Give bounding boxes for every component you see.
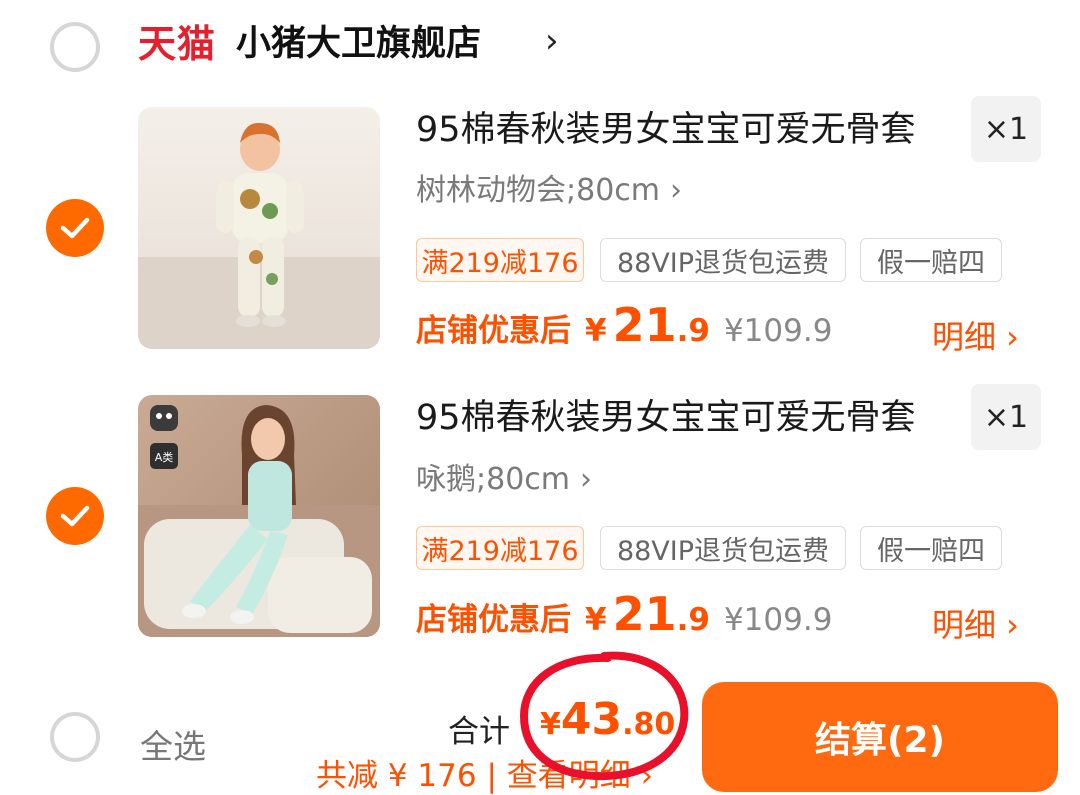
item-2-sku-text: 咏鹅;80cm	[416, 462, 570, 497]
item-1-title[interactable]: 95棉春秋装男女宝宝可爱无骨套	[416, 113, 916, 148]
item-1-sku-text: 树林动物会;80cm	[416, 173, 660, 208]
item-1-tag-promo: 满219减176	[416, 238, 584, 282]
item-1-tag-vip: 88VIP退货包运费	[600, 238, 846, 282]
item-2-title[interactable]: 95棉春秋装男女宝宝可爱无骨套	[416, 401, 916, 436]
item-1-price-label: 店铺优惠后	[416, 313, 571, 349]
checkmark-icon	[60, 217, 90, 239]
select-all-label[interactable]: 全选	[140, 720, 206, 768]
item-1-tag-guarantee: 假一赔四	[860, 238, 1002, 282]
item-1-price-yen: ¥	[585, 313, 607, 349]
item-2-price-label: 店铺优惠后	[416, 602, 571, 638]
product-image-1[interactable]	[138, 107, 380, 349]
item-2-tag-promo: 满219减176	[416, 526, 584, 570]
item-2-detail-link[interactable]: 明细 ›	[932, 600, 1019, 646]
store-name[interactable]: 小猪大卫旗舰店	[236, 27, 481, 62]
checkout-button[interactable]: 结算(2)	[702, 682, 1058, 792]
item-2-price-int: 21	[612, 587, 677, 641]
checkmark-icon	[60, 505, 90, 527]
item-2-price-yen: ¥	[585, 602, 607, 638]
item-2-price-dec: .9	[676, 602, 710, 638]
item-2-original-price: ¥109.9	[723, 602, 833, 638]
image-badge-a-class: A类	[155, 450, 174, 464]
item-1-detail-link[interactable]: 明细 ›	[932, 312, 1019, 358]
product-image-2[interactable]: A类	[138, 395, 380, 637]
item-2-quantity[interactable]: ×1	[971, 384, 1041, 450]
chevron-right-icon: ›	[580, 462, 592, 497]
item-2-price-row: 店铺优惠后 ¥ 21 .9 ¥109.9	[416, 587, 832, 641]
total-label: 合计	[448, 714, 510, 750]
item-2-checkbox[interactable]	[46, 487, 104, 545]
item-2-tag-guarantee: 假一赔四	[860, 526, 1002, 570]
item-2-tag-vip: 88VIP退货包运费	[600, 526, 846, 570]
item-1-quantity[interactable]: ×1	[971, 96, 1041, 162]
chevron-right-icon[interactable]: ›	[545, 24, 559, 58]
item-1-original-price: ¥109.9	[723, 313, 833, 349]
item-1-price-row: 店铺优惠后 ¥ 21 .9 ¥109.9	[416, 298, 832, 352]
select-all-radio[interactable]	[50, 712, 100, 762]
item-1-checkbox[interactable]	[46, 199, 104, 257]
item-2-sku[interactable]: 咏鹅;80cm ›	[416, 465, 592, 495]
store-select-radio[interactable]	[50, 22, 100, 72]
item-1-price-dec: .9	[676, 313, 710, 349]
item-1-price-int: 21	[612, 298, 677, 352]
tmall-logo: 天猫	[138, 22, 217, 66]
chevron-right-icon: ›	[670, 173, 682, 208]
annotation-circle	[519, 651, 689, 781]
item-1-sku[interactable]: 树林动物会;80cm ›	[416, 176, 682, 206]
